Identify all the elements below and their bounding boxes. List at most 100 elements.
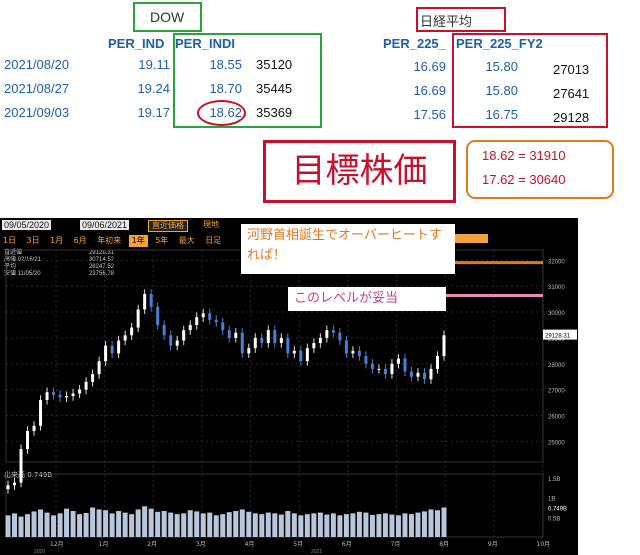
dow-c1-r1: 19.11 — [138, 57, 170, 72]
candle-body — [442, 335, 446, 356]
candle-body — [39, 399, 43, 426]
dow-c1-r2: 19.24 — [137, 81, 170, 96]
volume-bar — [142, 506, 148, 537]
candle-body — [240, 332, 244, 354]
volume-tick-label: 0.749B — [548, 507, 567, 513]
candle-body — [162, 324, 166, 336]
y-tick-label: 30000 — [548, 311, 565, 317]
volume-bar — [278, 514, 284, 537]
candle-body — [351, 350, 355, 354]
dow-header-1: PER_IND — [108, 36, 165, 51]
candle-body — [175, 340, 179, 346]
last-price-label: 29128.31 — [545, 334, 571, 340]
volume-bar — [415, 512, 421, 537]
volume-bar — [376, 514, 382, 537]
candle-body — [91, 374, 95, 382]
x-tick-label: 7月 — [391, 541, 401, 548]
volume-bar — [135, 509, 141, 537]
candle-body — [292, 350, 296, 354]
candle-body — [299, 350, 303, 362]
volume-bar — [38, 509, 44, 537]
volume-bar — [369, 514, 375, 537]
volume-bar — [259, 514, 265, 537]
volume-bar — [233, 511, 239, 537]
candle-body — [188, 324, 192, 331]
candle-body — [26, 430, 30, 450]
volume-bar — [402, 513, 408, 537]
y-tick-label: 26000 — [548, 414, 565, 420]
x-tick-label: 8月 — [439, 541, 449, 548]
candle-body — [331, 330, 335, 333]
candle-body — [110, 345, 114, 354]
x-year-label: 2020 — [34, 549, 45, 555]
volume-bar — [96, 509, 102, 537]
volume-bar — [64, 508, 70, 537]
volume-bar — [194, 511, 200, 537]
volume-bar — [317, 512, 323, 537]
volume-bar — [350, 513, 356, 537]
volume-bar — [200, 513, 206, 537]
candle-body — [312, 343, 316, 349]
volume-bar — [291, 513, 297, 537]
candle-body — [182, 330, 186, 341]
x-tick-label: 6月 — [342, 541, 352, 548]
target-label: 目標株価 — [291, 151, 428, 191]
volume-bar — [441, 507, 447, 537]
candle-body — [403, 358, 407, 372]
candle-body — [305, 348, 309, 362]
dow-c1-r3: 19.17 — [137, 105, 170, 120]
candle-body — [286, 337, 290, 354]
volume-bar — [51, 515, 57, 537]
volume-bar — [116, 511, 122, 537]
x-tick-label: 1月 — [99, 541, 109, 548]
candle-body — [221, 322, 225, 331]
volume-bar — [90, 507, 96, 537]
candle-body — [416, 372, 420, 377]
candle-body — [208, 313, 212, 320]
volume-bar — [148, 508, 154, 537]
candle-body — [84, 381, 88, 390]
candle-body — [357, 350, 361, 356]
candle-body — [52, 392, 56, 395]
volume-bar — [272, 513, 278, 537]
candle-body — [19, 449, 23, 483]
volume-bar — [103, 510, 109, 537]
volume-bar — [12, 513, 18, 537]
volume-bar — [168, 512, 174, 537]
volume-bar — [304, 514, 310, 537]
candle-body — [13, 482, 17, 486]
volume-bar — [122, 512, 128, 537]
volume-bar — [324, 514, 330, 537]
volume-bar — [129, 514, 135, 537]
candle-body — [45, 392, 49, 400]
x-tick-label: 4月 — [245, 541, 255, 548]
volume-bar — [161, 511, 167, 537]
candle-body — [429, 368, 433, 380]
volume-bar — [298, 515, 304, 537]
candle-body — [104, 345, 108, 362]
volume-bar — [356, 511, 362, 537]
x-tick-label: 10月 — [537, 541, 551, 548]
candle-body — [396, 358, 400, 364]
orange-annotation: 河野首相誕生でオーバーヒートすれば！ — [241, 224, 455, 274]
candle-body — [65, 396, 69, 398]
candle-body — [266, 330, 270, 344]
volume-bar — [363, 512, 369, 537]
volume-bar — [220, 514, 226, 537]
x-year-label: 2021 — [311, 549, 322, 555]
volume-bar — [408, 514, 414, 537]
nikkei-header-1: PER_225_ — [383, 36, 446, 51]
volume-tick-label: 0.5B — [548, 516, 560, 522]
candle-body — [130, 327, 134, 336]
volume-bar — [31, 511, 37, 537]
x-tick-label: 3月 — [196, 541, 206, 548]
volume-bar — [77, 514, 83, 537]
candle-body — [58, 394, 62, 398]
volume-bar — [5, 515, 11, 537]
candle-body — [247, 348, 251, 354]
volume-bar — [389, 514, 395, 537]
candle-body — [253, 337, 257, 349]
candle-body — [32, 425, 36, 431]
candle-body — [6, 485, 10, 490]
candle-body — [195, 317, 199, 325]
